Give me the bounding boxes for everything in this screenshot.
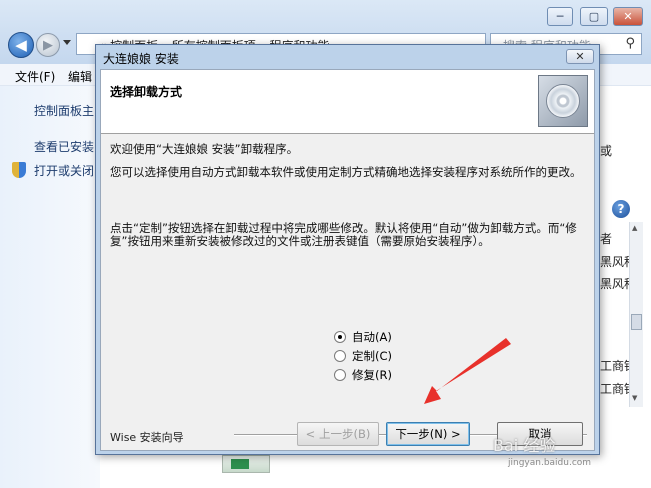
scroll-up-icon[interactable]: ▲ bbox=[632, 224, 637, 232]
radio-button-selected[interactable] bbox=[334, 331, 346, 343]
watermark-logo: Bai 经验 bbox=[493, 436, 556, 455]
radio-repair-label: 修复(R) bbox=[352, 368, 392, 382]
dialog-close-button[interactable]: ✕ bbox=[566, 49, 594, 64]
radio-custom[interactable]: 定制(C) bbox=[334, 348, 392, 364]
back-arrow-icon[interactable]: ◀ bbox=[8, 32, 34, 58]
shield-icon bbox=[12, 162, 26, 178]
scrollbar-thumb[interactable] bbox=[631, 314, 642, 330]
nav-link-windows-features[interactable]: 打开或关闭 bbox=[34, 162, 94, 179]
bg-text-fragment: 或 bbox=[600, 144, 613, 158]
next-button[interactable]: 下一步(N) > bbox=[386, 422, 470, 446]
minimize-button[interactable]: ─ bbox=[547, 7, 573, 26]
header-title: 选择卸载方式 bbox=[110, 85, 183, 99]
program-list-scrollbar[interactable]: ▲ ▼ bbox=[629, 222, 643, 407]
forward-arrow-icon[interactable]: ▶ bbox=[36, 33, 60, 57]
description-text: 您可以选择使用自动方式卸载本软件或使用定制方式精确地选择安装程序对系统所作的更改… bbox=[110, 165, 582, 179]
program-icon bbox=[222, 455, 270, 473]
nav-link-installed-updates[interactable]: 查看已安装 bbox=[34, 138, 94, 155]
radio-auto[interactable]: 自动(A) bbox=[334, 329, 392, 345]
instruction-text: 点击“定制”按钮选择在卸载过程中将完成哪些修改。默认将使用“自动”做为卸载方式。… bbox=[110, 221, 577, 248]
cd-disc-icon bbox=[538, 75, 588, 127]
maximize-button[interactable]: ▢ bbox=[580, 7, 608, 26]
scroll-down-icon[interactable]: ▼ bbox=[632, 394, 637, 402]
installer-dialog: 大连娘娘 安装 ✕ 选择卸载方式 欢迎使用“大连娘娘 安装”卸载程序。 您可以选… bbox=[95, 44, 600, 455]
dialog-title: 大连娘娘 安装 bbox=[103, 52, 179, 66]
dialog-header: 选择卸载方式 bbox=[101, 70, 594, 134]
watermark-url: jingyan.baidu.com bbox=[508, 458, 592, 468]
radio-button[interactable] bbox=[334, 350, 346, 362]
history-dropdown-icon[interactable] bbox=[63, 40, 71, 45]
back-button[interactable]: < 上一步(B) bbox=[297, 422, 379, 446]
menu-edit[interactable]: 编辑 bbox=[68, 68, 92, 85]
welcome-text: 欢迎使用“大连娘娘 安装”卸载程序。 bbox=[110, 142, 299, 156]
radio-button[interactable] bbox=[334, 369, 346, 381]
search-icon: ⚲ bbox=[625, 36, 635, 51]
close-window-button[interactable]: ✕ bbox=[613, 7, 643, 26]
menu-file[interactable]: 文件(F) bbox=[15, 68, 55, 85]
left-nav-pane: 控制面板主 查看已安装 打开或关闭 bbox=[0, 86, 100, 488]
radio-repair[interactable]: 修复(R) bbox=[334, 367, 392, 383]
nav-link-control-panel-home[interactable]: 控制面板主 bbox=[34, 102, 94, 119]
help-icon[interactable]: ? bbox=[612, 200, 630, 218]
bg-text-fragment: 者 bbox=[600, 232, 613, 246]
wizard-label: Wise 安装向导 bbox=[110, 431, 184, 444]
radio-custom-label: 定制(C) bbox=[352, 349, 393, 363]
dialog-body: 选择卸载方式 欢迎使用“大连娘娘 安装”卸载程序。 您可以选择使用自动方式卸载本… bbox=[100, 69, 595, 451]
radio-auto-label: 自动(A) bbox=[352, 330, 392, 344]
